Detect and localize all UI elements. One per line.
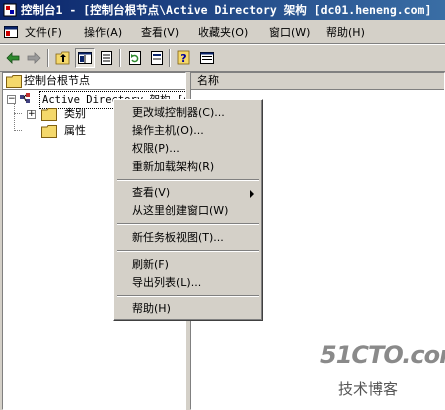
context-menu: 更改域控制器(C)... 操作主机(O)... 权限(P)... 重新加载架构(…: [113, 99, 263, 321]
tree-root-row[interactable]: 控制台根节点: [3, 73, 185, 90]
svg-text:?: ?: [180, 52, 186, 65]
cm-separator: [117, 223, 259, 225]
submenu-arrow-icon: [250, 190, 254, 198]
collapse-icon[interactable]: −: [7, 95, 16, 104]
folder-icon: [6, 75, 22, 88]
properties-list-button[interactable]: [147, 48, 167, 68]
properties-icon: [151, 51, 163, 65]
show-hide-tree-icon: [78, 52, 92, 64]
menu-window[interactable]: 窗口(W): [269, 25, 310, 40]
menu-bar: 文件(F) 操作(A) 查看(V) 收藏夹(O) 窗口(W) 帮助(H): [0, 21, 445, 44]
cm-export-list[interactable]: 导出列表(L)...: [116, 274, 260, 292]
forward-icon: [27, 52, 41, 64]
watermark: 51CTO.com 技术博客: [300, 335, 445, 407]
export-list-button[interactable]: [97, 48, 117, 68]
console-window-icon[interactable]: [4, 25, 18, 39]
column-header-name[interactable]: 名称: [191, 73, 444, 90]
cm-separator: [117, 295, 259, 297]
help-icon: ?: [177, 50, 190, 65]
menu-view[interactable]: 查看(V): [141, 25, 179, 40]
watermark-logo-text: 51CTO.com: [320, 341, 445, 369]
menu-favorites[interactable]: 收藏夹(O): [198, 25, 248, 40]
folder-icon: [41, 125, 57, 138]
cm-new-window[interactable]: 从这里创建窗口(W): [116, 202, 260, 220]
export-list-icon: [101, 51, 112, 65]
tree-node-attributes-label: 属性: [64, 124, 86, 137]
help-button[interactable]: ?: [175, 48, 195, 68]
cm-view-label: 查看(V): [132, 186, 171, 199]
cm-reload-schema[interactable]: 重新加载架构(R): [116, 158, 260, 176]
cm-help[interactable]: 帮助(H): [116, 300, 260, 318]
cm-separator: [117, 250, 259, 252]
cm-new-taskpad[interactable]: 新任务板视图(T)...: [116, 229, 260, 247]
toolbar: ?: [0, 44, 445, 72]
console-view-icon: [200, 52, 214, 64]
cm-operations-master[interactable]: 操作主机(O)...: [116, 122, 260, 140]
folder-icon: [41, 108, 57, 121]
window-title: 控制台1 - [控制台根节点\Active Directory 架构 [dc01…: [21, 3, 432, 17]
cm-refresh[interactable]: 刷新(F): [116, 256, 260, 274]
up-folder-icon: [55, 51, 70, 65]
cm-separator: [117, 179, 259, 181]
expand-icon[interactable]: +: [27, 110, 36, 119]
menu-file[interactable]: 文件(F): [25, 25, 62, 40]
title-bar: 控制台1 - [控制台根节点\Active Directory 架构 [dc01…: [0, 0, 445, 20]
cm-change-dc[interactable]: 更改域控制器(C)...: [116, 104, 260, 122]
tree-node-classes-label: 类别: [64, 107, 86, 120]
schema-icon: [20, 93, 30, 103]
show-hide-tree-button[interactable]: [75, 48, 95, 68]
back-icon: [6, 52, 20, 64]
cm-view[interactable]: 查看(V): [116, 184, 260, 202]
console-view-button[interactable]: [197, 48, 217, 68]
mmc-console-icon: [3, 3, 17, 17]
back-button[interactable]: [3, 48, 23, 68]
menu-help[interactable]: 帮助(H): [326, 25, 365, 40]
menu-action[interactable]: 操作(A): [84, 25, 122, 40]
cm-permissions[interactable]: 权限(P)...: [116, 140, 260, 158]
watermark-subtitle: 技术博客: [338, 380, 399, 398]
refresh-icon: [129, 51, 141, 65]
tree-root-label: 控制台根节点: [24, 74, 90, 87]
up-one-level-button[interactable]: [53, 48, 73, 68]
column-header-name-label: 名称: [197, 74, 219, 87]
refresh-button[interactable]: [125, 48, 145, 68]
forward-button[interactable]: [24, 48, 44, 68]
